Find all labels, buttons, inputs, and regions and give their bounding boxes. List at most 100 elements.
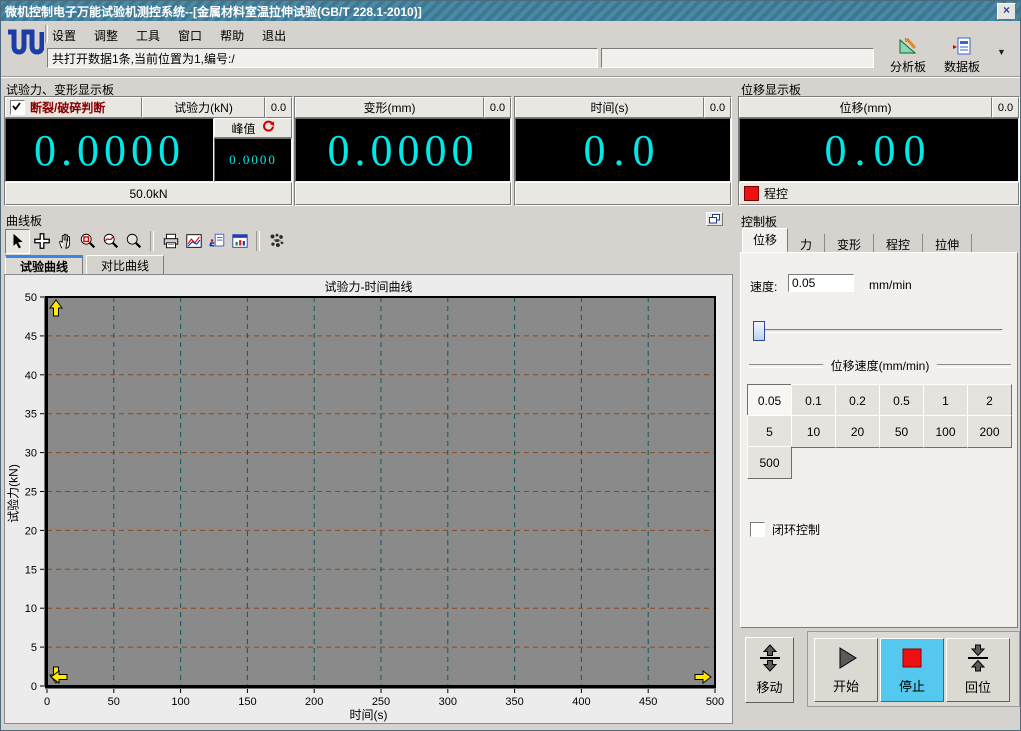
- tab-compare-curve[interactable]: 对比曲线: [86, 255, 165, 276]
- return-button-label: 回位: [964, 680, 991, 695]
- break-judge-checkbox-row[interactable]: 断裂/破碎判断: [5, 97, 142, 118]
- move-button[interactable]: 移动: [745, 637, 794, 703]
- stop-square-icon: [899, 645, 925, 674]
- stop-button-label: 停止: [898, 679, 925, 694]
- speed-slider-track[interactable]: [757, 329, 1003, 333]
- magnifier-icon[interactable]: [122, 229, 145, 253]
- speed-button-50[interactable]: 50: [879, 415, 924, 448]
- speed-button-0.2[interactable]: 0.2: [835, 384, 880, 417]
- closed-loop-row[interactable]: 闭环控制: [750, 521, 820, 538]
- peak-bar[interactable]: 峰值: [214, 118, 292, 138]
- tab-tensile[interactable]: 拉伸: [923, 234, 973, 252]
- move-arrows-icon: [757, 644, 783, 675]
- marker-pattern-icon[interactable]: [265, 229, 288, 253]
- svg-text:15: 15: [25, 564, 37, 576]
- tab-force[interactable]: 力: [788, 234, 826, 252]
- close-button[interactable]: ×: [997, 2, 1016, 20]
- start-button[interactable]: 开始: [814, 638, 878, 702]
- force-value-display: 0.0000: [5, 118, 214, 182]
- menu-item-exit[interactable]: 退出: [255, 25, 293, 46]
- return-arrows-icon: [965, 644, 991, 675]
- force-display-unit: 断裂/破碎判断 试验力(kN) 0.0 0.0000 峰值 0.0000 50.…: [4, 96, 293, 206]
- curve-settings-icon[interactable]: [182, 229, 205, 253]
- speed-button-200[interactable]: 200: [967, 415, 1012, 448]
- force-time-chart[interactable]: 试验力-时间曲线 0 50 100 150 200 250 300 350 400 450 500 0…: [4, 274, 733, 724]
- return-button[interactable]: 回位: [946, 638, 1010, 702]
- tab-program[interactable]: 程控: [874, 234, 924, 252]
- start-play-icon: [833, 645, 859, 674]
- data-board-label: 数据板: [943, 60, 980, 74]
- peak-label: 峰值: [231, 121, 256, 136]
- data-board-button[interactable]: 数据板: [937, 37, 987, 74]
- app-logo: [6, 24, 45, 72]
- force-header: 试验力(kN): [142, 97, 265, 118]
- zoom-curve-icon[interactable]: [99, 229, 122, 253]
- break-judge-label: 断裂/破碎判断: [30, 101, 106, 115]
- deform-corner-value: 0.0: [484, 97, 511, 118]
- zoom-box-icon[interactable]: [76, 229, 99, 253]
- speed-label: 速度:: [750, 280, 778, 294]
- svg-text:30: 30: [25, 448, 37, 460]
- chart-x-axis-label: 时间(s): [349, 708, 388, 722]
- program-control-row: 程控: [739, 182, 1019, 205]
- break-judge-checkbox[interactable]: [10, 100, 25, 115]
- tab-deform[interactable]: 变形: [825, 234, 875, 252]
- force-range-label: 50.0kN: [5, 182, 292, 205]
- speed-button-100[interactable]: 100: [923, 415, 968, 448]
- tab-displacement[interactable]: 位移: [742, 228, 789, 252]
- speed-unit-label: mm/min: [869, 278, 912, 292]
- displacement-corner-value: 0.0: [992, 97, 1019, 118]
- svg-text:35: 35: [25, 409, 37, 421]
- closed-loop-checkbox[interactable]: [750, 522, 765, 537]
- toolbar-divider: [1, 76, 1020, 78]
- print-icon[interactable]: [159, 229, 182, 253]
- closed-loop-label: 闭环控制: [772, 523, 821, 537]
- menu-item-adjust[interactable]: 调整: [87, 25, 125, 46]
- toolbar-separator: [256, 231, 260, 251]
- copy-curve-icon[interactable]: [205, 229, 228, 253]
- data-window-icon[interactable]: [228, 229, 251, 253]
- menu-item-window[interactable]: 窗口: [171, 25, 209, 46]
- menu-bar: 设置 调整 工具 窗口 帮助 退出: [45, 25, 293, 45]
- chart-y-axis-label: 试验力(kN): [6, 464, 21, 523]
- time-display-unit: 时间(s) 0.0 0.0: [514, 96, 732, 206]
- move-cross-icon[interactable]: [30, 229, 53, 253]
- status-text: 共打开数据1条,当前位置为1,编号:/: [52, 51, 235, 66]
- toolbar-more-arrow[interactable]: ▼: [997, 47, 1006, 57]
- select-cursor-icon[interactable]: [5, 228, 30, 254]
- curve-panel-restore-icon[interactable]: [706, 212, 723, 226]
- pan-hand-icon[interactable]: [53, 229, 76, 253]
- app-window: 微机控制电子万能试验机测控系统--[金属材料室温拉伸试验(GB/T 228.1-…: [0, 0, 1021, 731]
- speed-button-500[interactable]: 500: [747, 446, 792, 479]
- speed-button-2[interactable]: 2: [967, 384, 1012, 417]
- window-title: 微机控制电子万能试验机测控系统--[金属材料室温拉伸试验(GB/T 228.1-…: [5, 4, 422, 19]
- speed-group-label: 位移速度(mm/min): [830, 359, 930, 373]
- speed-button-0.1[interactable]: 0.1: [791, 384, 836, 417]
- speed-button-0.5[interactable]: 0.5: [879, 384, 924, 417]
- data-board-icon: [952, 37, 972, 58]
- speed-button-5[interactable]: 5: [747, 415, 792, 448]
- svg-text:50: 50: [25, 292, 37, 304]
- speed-slider-handle[interactable]: [753, 321, 765, 341]
- speed-input[interactable]: [788, 274, 854, 292]
- curve-panel-title: 曲线板: [6, 214, 43, 228]
- peak-reset-icon[interactable]: [262, 120, 275, 136]
- program-control-label: 程控: [764, 187, 789, 201]
- speed-button-1[interactable]: 1: [923, 384, 968, 417]
- speed-button-20[interactable]: 20: [835, 415, 880, 448]
- stop-button[interactable]: 停止: [880, 638, 944, 702]
- menu-item-help[interactable]: 帮助: [213, 25, 251, 46]
- analysis-icon: [898, 37, 918, 58]
- deform-header: 变形(mm): [295, 97, 484, 118]
- menu-item-tools[interactable]: 工具: [129, 25, 167, 46]
- deform-value-display: 0.0000: [295, 118, 511, 182]
- secondary-field: [601, 48, 874, 68]
- menu-item-settings[interactable]: 设置: [45, 25, 83, 46]
- time-corner-value: 0.0: [704, 97, 731, 118]
- svg-text:45: 45: [25, 331, 37, 343]
- analysis-board-button[interactable]: 分析板: [883, 37, 933, 74]
- chart-plot-area[interactable]: 0 50 100 150 200 250 300 350 400 450 5000510152025…: [5, 275, 732, 707]
- speed-button-0.05[interactable]: 0.05: [747, 384, 792, 417]
- speed-button-10[interactable]: 10: [791, 415, 836, 448]
- svg-text:10: 10: [25, 603, 37, 615]
